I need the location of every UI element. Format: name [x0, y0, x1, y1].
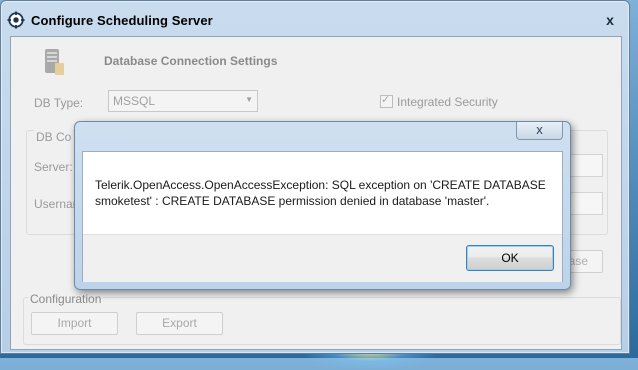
import-button[interactable]: Import [31, 312, 118, 335]
dialog-footer: OK [83, 234, 562, 282]
section-heading: Database Connection Settings [104, 54, 278, 68]
configuration-legend: Configuration [28, 292, 104, 306]
dialog-close-button[interactable]: x [516, 122, 563, 140]
title-bar[interactable]: Configure Scheduling Server x [1, 1, 629, 37]
chevron-down-icon: ▼ [245, 95, 253, 104]
db-type-label: DB Type: [34, 96, 84, 110]
error-message-text: Telerik.OpenAccess.OpenAccessException: … [95, 178, 546, 208]
dialog-body: Telerik.OpenAccess.OpenAccessException: … [82, 151, 563, 282]
ok-button[interactable]: OK [466, 245, 554, 271]
server-icon [45, 49, 64, 75]
connection-group-legend: DB Co [34, 130, 74, 144]
integrated-security-label: Integrated Security [397, 95, 498, 109]
gear-icon [7, 11, 25, 29]
error-message-dialog: x Telerik.OpenAccess.OpenAccessException… [74, 121, 571, 290]
db-type-value: MSSQL [113, 94, 156, 108]
integrated-security-checkbox[interactable]: Integrated Security [380, 93, 498, 109]
export-button[interactable]: Export [136, 312, 223, 335]
db-type-select[interactable]: MSSQL ▼ [108, 90, 258, 112]
server-label: Server: [34, 160, 73, 174]
checkbox-checked-icon [380, 93, 393, 108]
window-title: Configure Scheduling Server [31, 13, 213, 28]
close-button[interactable]: x [598, 10, 622, 30]
